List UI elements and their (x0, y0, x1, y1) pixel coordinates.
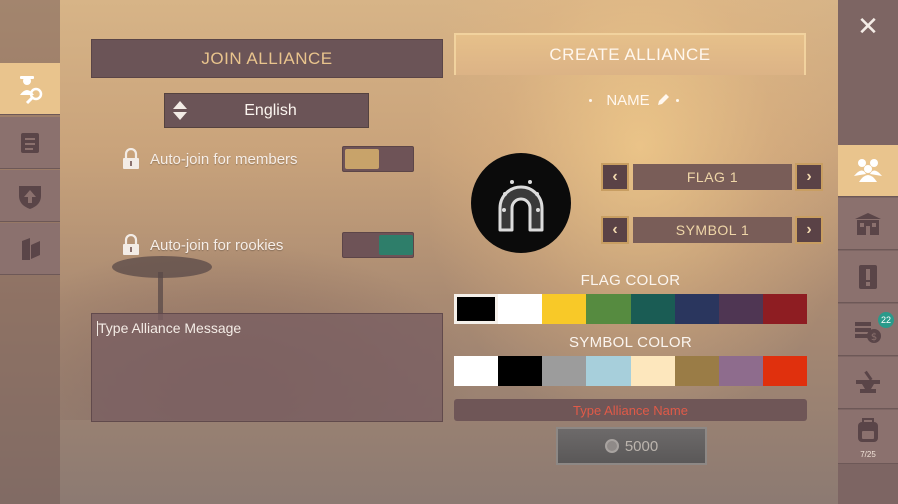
lock-icon (123, 234, 139, 255)
symbol-prev-button[interactable]: ‹ (601, 216, 629, 244)
flag-color-swatch[interactable] (718, 294, 763, 324)
alliance-search-tab[interactable] (0, 63, 60, 115)
bullet-dot (675, 98, 679, 102)
symbol-value: SYMBOL 1 (633, 217, 792, 243)
create-alliance-button[interactable]: 5000 (556, 427, 707, 465)
create-cost: 5000 (624, 437, 659, 455)
right-sidebar: ✕ $ 22 7/25 (838, 0, 898, 504)
symbol-color-swatch[interactable] (762, 356, 807, 386)
chevron-right-icon: › (806, 168, 812, 185)
chevron-left-icon: ‹ (612, 168, 618, 185)
svg-text:$: $ (871, 332, 877, 343)
flag-color-title: FLAG COLOR (580, 272, 681, 289)
sort-arrows-icon (165, 101, 195, 120)
symbol-color-swatch[interactable] (542, 356, 587, 386)
flag-color-swatch[interactable] (454, 294, 499, 324)
symbol-color-palette (454, 356, 807, 386)
alliance-name-warning: Type Alliance Name (454, 399, 807, 421)
bank-building-icon (855, 212, 881, 235)
auto-join-rookies-toggle[interactable] (342, 232, 414, 258)
pencil-icon (657, 94, 669, 105)
toggle-knob (379, 235, 413, 255)
symbol-color-swatch[interactable] (630, 356, 675, 386)
coin-icon (604, 439, 619, 453)
scroll-tab[interactable] (0, 117, 60, 169)
language-value: English (244, 101, 297, 119)
alliance-search-icon (20, 75, 43, 104)
scroll-icon (21, 132, 39, 153)
symbol-color-swatch[interactable] (586, 356, 631, 386)
alert-scroll-icon (859, 264, 877, 289)
coins-badge: 22 (878, 312, 894, 328)
name-label: NAME (606, 91, 650, 109)
backpack-counter: 7/25 (860, 450, 876, 459)
coins-tab[interactable]: $ 22 (838, 304, 898, 356)
flag-color-swatch[interactable] (630, 294, 675, 324)
flag-selector: ‹ FLAG 1 › (601, 163, 823, 191)
tab-create-alliance[interactable]: CREATE ALLIANCE (454, 33, 806, 75)
symbol-color-title: SYMBOL COLOR (568, 334, 693, 351)
alliance-emblem-preview (471, 153, 571, 253)
symbol-selector: ‹ SYMBOL 1 › (601, 216, 823, 244)
close-button[interactable]: ✕ (838, 0, 898, 52)
symbol-color-swatch[interactable] (718, 356, 763, 386)
anvil-tab[interactable] (838, 357, 898, 409)
shield-tab[interactable] (0, 170, 60, 222)
flag-prev-button[interactable]: ‹ (601, 163, 629, 191)
auto-join-members-row: Auto-join for members (121, 145, 298, 173)
bullet-dot (589, 98, 593, 102)
auto-join-members-label: Auto-join for members (150, 150, 298, 168)
alliance-tab[interactable] (838, 145, 898, 197)
auto-join-rookies-row: Auto-join for rookies (121, 231, 283, 259)
alliance-message-placeholder: Type Alliance Message (98, 320, 242, 336)
alliance-message-input[interactable]: Type Alliance Message (91, 313, 443, 422)
chevron-right-icon: › (806, 221, 812, 238)
lock-icon (123, 148, 139, 169)
auto-join-members-toggle[interactable] (342, 146, 414, 172)
backpack-icon (858, 417, 878, 442)
language-selector[interactable]: English (164, 93, 369, 128)
toggle-knob (345, 149, 379, 169)
flag-color-swatch[interactable] (542, 294, 587, 324)
symbol-next-button[interactable]: › (795, 216, 823, 244)
flag-color-swatch[interactable] (674, 294, 719, 324)
alert-tab[interactable] (838, 251, 898, 303)
tab-join-alliance[interactable]: JOIN ALLIANCE (91, 39, 443, 78)
bank-building-tab[interactable] (838, 198, 898, 250)
symbol-color-swatch[interactable] (674, 356, 719, 386)
backpack-tab[interactable]: 7/25 (838, 410, 898, 464)
auto-join-rookies-label: Auto-join for rookies (150, 236, 284, 254)
alliance-name-field[interactable]: NAME (584, 90, 684, 110)
left-sidebar (0, 0, 60, 504)
flag-color-swatch[interactable] (498, 294, 543, 324)
alliance-members-icon (854, 158, 882, 182)
hammer-flag-icon (22, 237, 40, 260)
horseshoe-icon (498, 180, 544, 232)
symbol-color-swatch[interactable] (454, 356, 499, 386)
flag-value: FLAG 1 (633, 164, 792, 190)
build-tab[interactable] (0, 223, 60, 275)
flag-color-swatch[interactable] (586, 294, 631, 324)
shield-upgrade-icon (19, 185, 41, 209)
flag-color-swatch[interactable] (762, 294, 807, 324)
close-icon: ✕ (857, 10, 879, 41)
flag-next-button[interactable]: › (795, 163, 823, 191)
symbol-color-swatch[interactable] (498, 356, 543, 386)
chevron-left-icon: ‹ (612, 221, 618, 238)
anvil-icon (856, 370, 880, 393)
flag-color-palette (454, 294, 807, 324)
